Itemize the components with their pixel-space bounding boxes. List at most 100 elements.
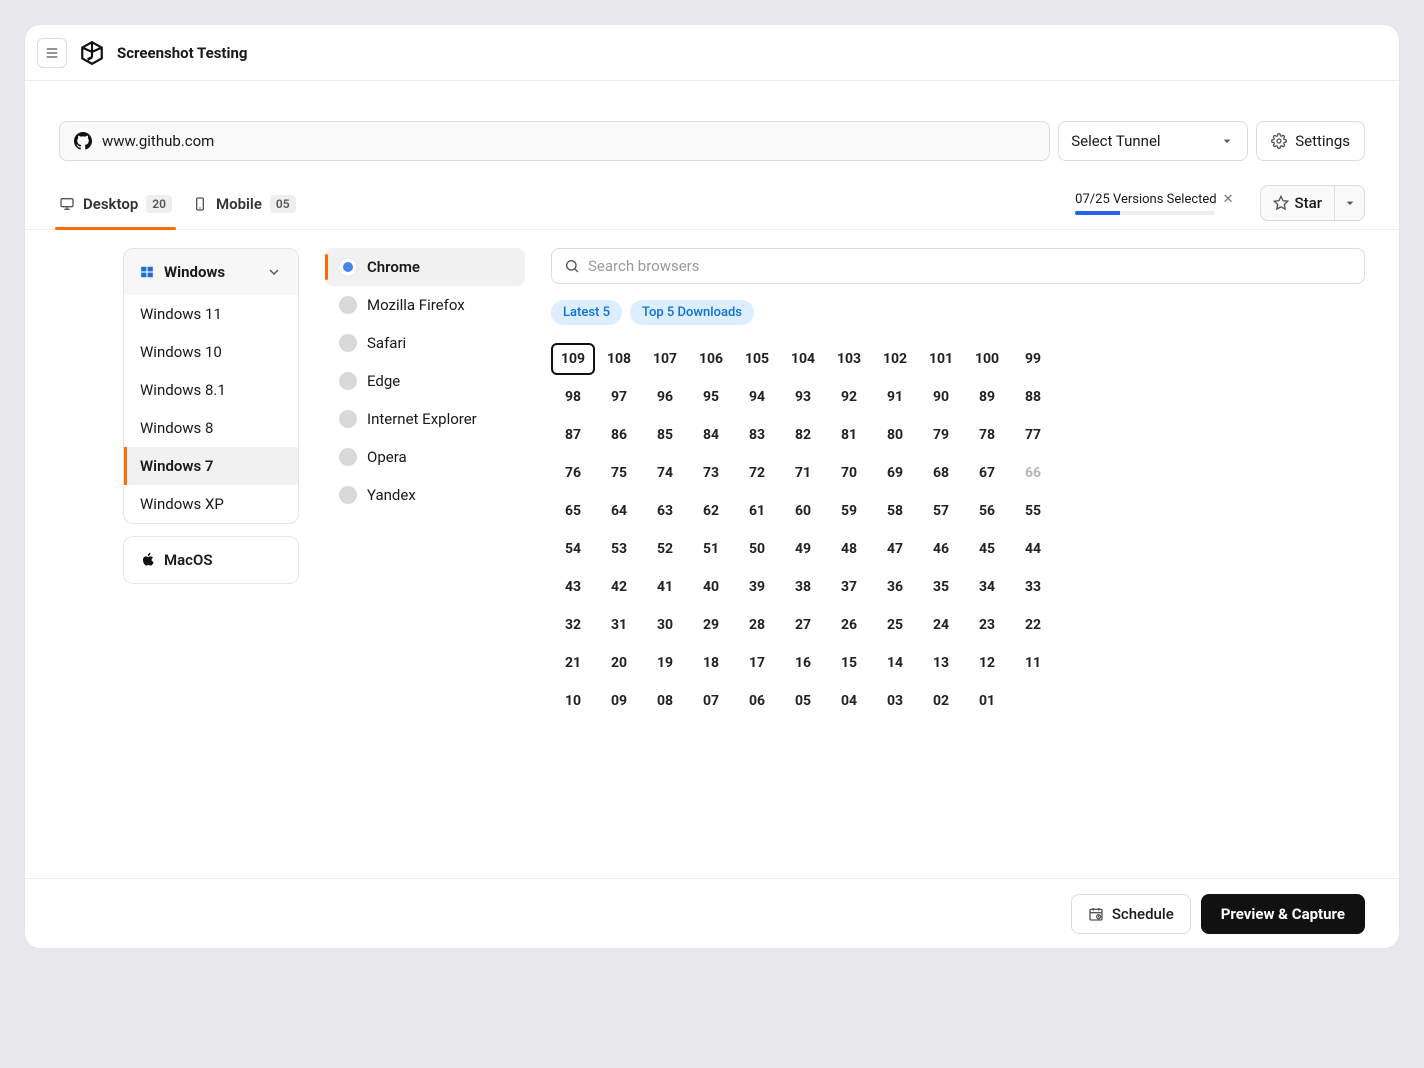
version-button[interactable]: 03 <box>873 685 917 717</box>
version-button[interactable]: 23 <box>965 609 1009 641</box>
os-item[interactable]: Windows XP <box>124 485 298 523</box>
browser-item[interactable]: Opera <box>325 438 525 476</box>
tunnel-select[interactable]: Select Tunnel <box>1058 121 1248 161</box>
version-button[interactable]: 13 <box>919 647 963 679</box>
version-button[interactable]: 74 <box>643 457 687 489</box>
version-button[interactable]: 57 <box>919 495 963 527</box>
version-button[interactable]: 102 <box>873 343 917 375</box>
version-button[interactable]: 81 <box>827 419 871 451</box>
version-button[interactable]: 60 <box>781 495 825 527</box>
version-button[interactable]: 53 <box>597 533 641 565</box>
tab-mobile[interactable]: Mobile 05 <box>192 185 296 229</box>
browser-item[interactable]: Chrome <box>325 248 525 286</box>
version-button[interactable]: 83 <box>735 419 779 451</box>
preview-capture-button[interactable]: Preview & Capture <box>1201 894 1365 934</box>
tab-desktop[interactable]: Desktop 20 <box>59 185 172 229</box>
version-button[interactable]: 58 <box>873 495 917 527</box>
version-button[interactable]: 77 <box>1011 419 1055 451</box>
version-button[interactable]: 32 <box>551 609 595 641</box>
version-button[interactable]: 85 <box>643 419 687 451</box>
settings-button[interactable]: Settings <box>1256 121 1365 161</box>
version-button[interactable]: 50 <box>735 533 779 565</box>
version-button[interactable]: 93 <box>781 381 825 413</box>
version-button[interactable]: 27 <box>781 609 825 641</box>
version-button[interactable]: 48 <box>827 533 871 565</box>
star-button[interactable]: Star <box>1260 185 1335 221</box>
version-button[interactable]: 06 <box>735 685 779 717</box>
version-button[interactable]: 51 <box>689 533 733 565</box>
version-button[interactable]: 12 <box>965 647 1009 679</box>
version-button[interactable]: 95 <box>689 381 733 413</box>
version-button[interactable]: 61 <box>735 495 779 527</box>
version-button[interactable]: 107 <box>643 343 687 375</box>
version-button[interactable]: 100 <box>965 343 1009 375</box>
version-button[interactable]: 72 <box>735 457 779 489</box>
version-button[interactable]: 64 <box>597 495 641 527</box>
search-browsers-input[interactable]: Search browsers <box>551 248 1365 284</box>
version-button[interactable]: 28 <box>735 609 779 641</box>
version-button[interactable]: 18 <box>689 647 733 679</box>
menu-button[interactable] <box>37 38 67 68</box>
version-button[interactable]: 76 <box>551 457 595 489</box>
version-button[interactable]: 80 <box>873 419 917 451</box>
version-button[interactable]: 46 <box>919 533 963 565</box>
version-button[interactable]: 41 <box>643 571 687 603</box>
version-button[interactable]: 21 <box>551 647 595 679</box>
version-button[interactable]: 24 <box>919 609 963 641</box>
version-button[interactable]: 68 <box>919 457 963 489</box>
version-button[interactable]: 22 <box>1011 609 1055 641</box>
version-button[interactable]: 69 <box>873 457 917 489</box>
version-button[interactable]: 88 <box>1011 381 1055 413</box>
version-button[interactable]: 99 <box>1011 343 1055 375</box>
version-button[interactable]: 70 <box>827 457 871 489</box>
os-item[interactable]: Windows 8 <box>124 409 298 447</box>
version-button[interactable]: 79 <box>919 419 963 451</box>
version-button[interactable]: 20 <box>597 647 641 679</box>
version-button[interactable]: 103 <box>827 343 871 375</box>
version-button[interactable]: 82 <box>781 419 825 451</box>
version-button[interactable]: 16 <box>781 647 825 679</box>
filter-chip[interactable]: Latest 5 <box>551 300 622 325</box>
browser-item[interactable]: Internet Explorer <box>325 400 525 438</box>
filter-chip[interactable]: Top 5 Downloads <box>630 300 754 325</box>
version-button[interactable]: 15 <box>827 647 871 679</box>
version-button[interactable]: 39 <box>735 571 779 603</box>
version-button[interactable]: 31 <box>597 609 641 641</box>
url-input[interactable]: www.github.com <box>59 121 1050 161</box>
os-group-macos[interactable]: MacOS <box>124 537 298 583</box>
version-button[interactable]: 56 <box>965 495 1009 527</box>
version-button[interactable]: 97 <box>597 381 641 413</box>
version-button[interactable]: 35 <box>919 571 963 603</box>
version-button[interactable]: 25 <box>873 609 917 641</box>
version-button[interactable]: 75 <box>597 457 641 489</box>
version-button[interactable]: 30 <box>643 609 687 641</box>
version-button[interactable]: 01 <box>965 685 1009 717</box>
version-button[interactable]: 87 <box>551 419 595 451</box>
version-button[interactable]: 38 <box>781 571 825 603</box>
version-button[interactable]: 11 <box>1011 647 1055 679</box>
browser-item[interactable]: Yandex <box>325 476 525 514</box>
version-button[interactable]: 89 <box>965 381 1009 413</box>
version-button[interactable]: 67 <box>965 457 1009 489</box>
version-button[interactable]: 84 <box>689 419 733 451</box>
os-group-windows[interactable]: Windows <box>124 249 298 295</box>
version-button[interactable]: 71 <box>781 457 825 489</box>
browser-item[interactable]: Safari <box>325 324 525 362</box>
version-button[interactable]: 47 <box>873 533 917 565</box>
version-button[interactable]: 49 <box>781 533 825 565</box>
version-button[interactable]: 19 <box>643 647 687 679</box>
os-item[interactable]: Windows 7 <box>124 447 298 485</box>
version-button[interactable]: 78 <box>965 419 1009 451</box>
version-button[interactable]: 86 <box>597 419 641 451</box>
version-button[interactable]: 55 <box>1011 495 1055 527</box>
os-item[interactable]: Windows 10 <box>124 333 298 371</box>
version-button[interactable]: 62 <box>689 495 733 527</box>
version-button[interactable]: 43 <box>551 571 595 603</box>
version-button[interactable]: 26 <box>827 609 871 641</box>
version-button[interactable]: 07 <box>689 685 733 717</box>
version-button[interactable]: 59 <box>827 495 871 527</box>
version-button[interactable]: 98 <box>551 381 595 413</box>
clear-selection-button[interactable]: ✕ <box>1223 192 1234 207</box>
version-button[interactable]: 40 <box>689 571 733 603</box>
version-button[interactable]: 45 <box>965 533 1009 565</box>
